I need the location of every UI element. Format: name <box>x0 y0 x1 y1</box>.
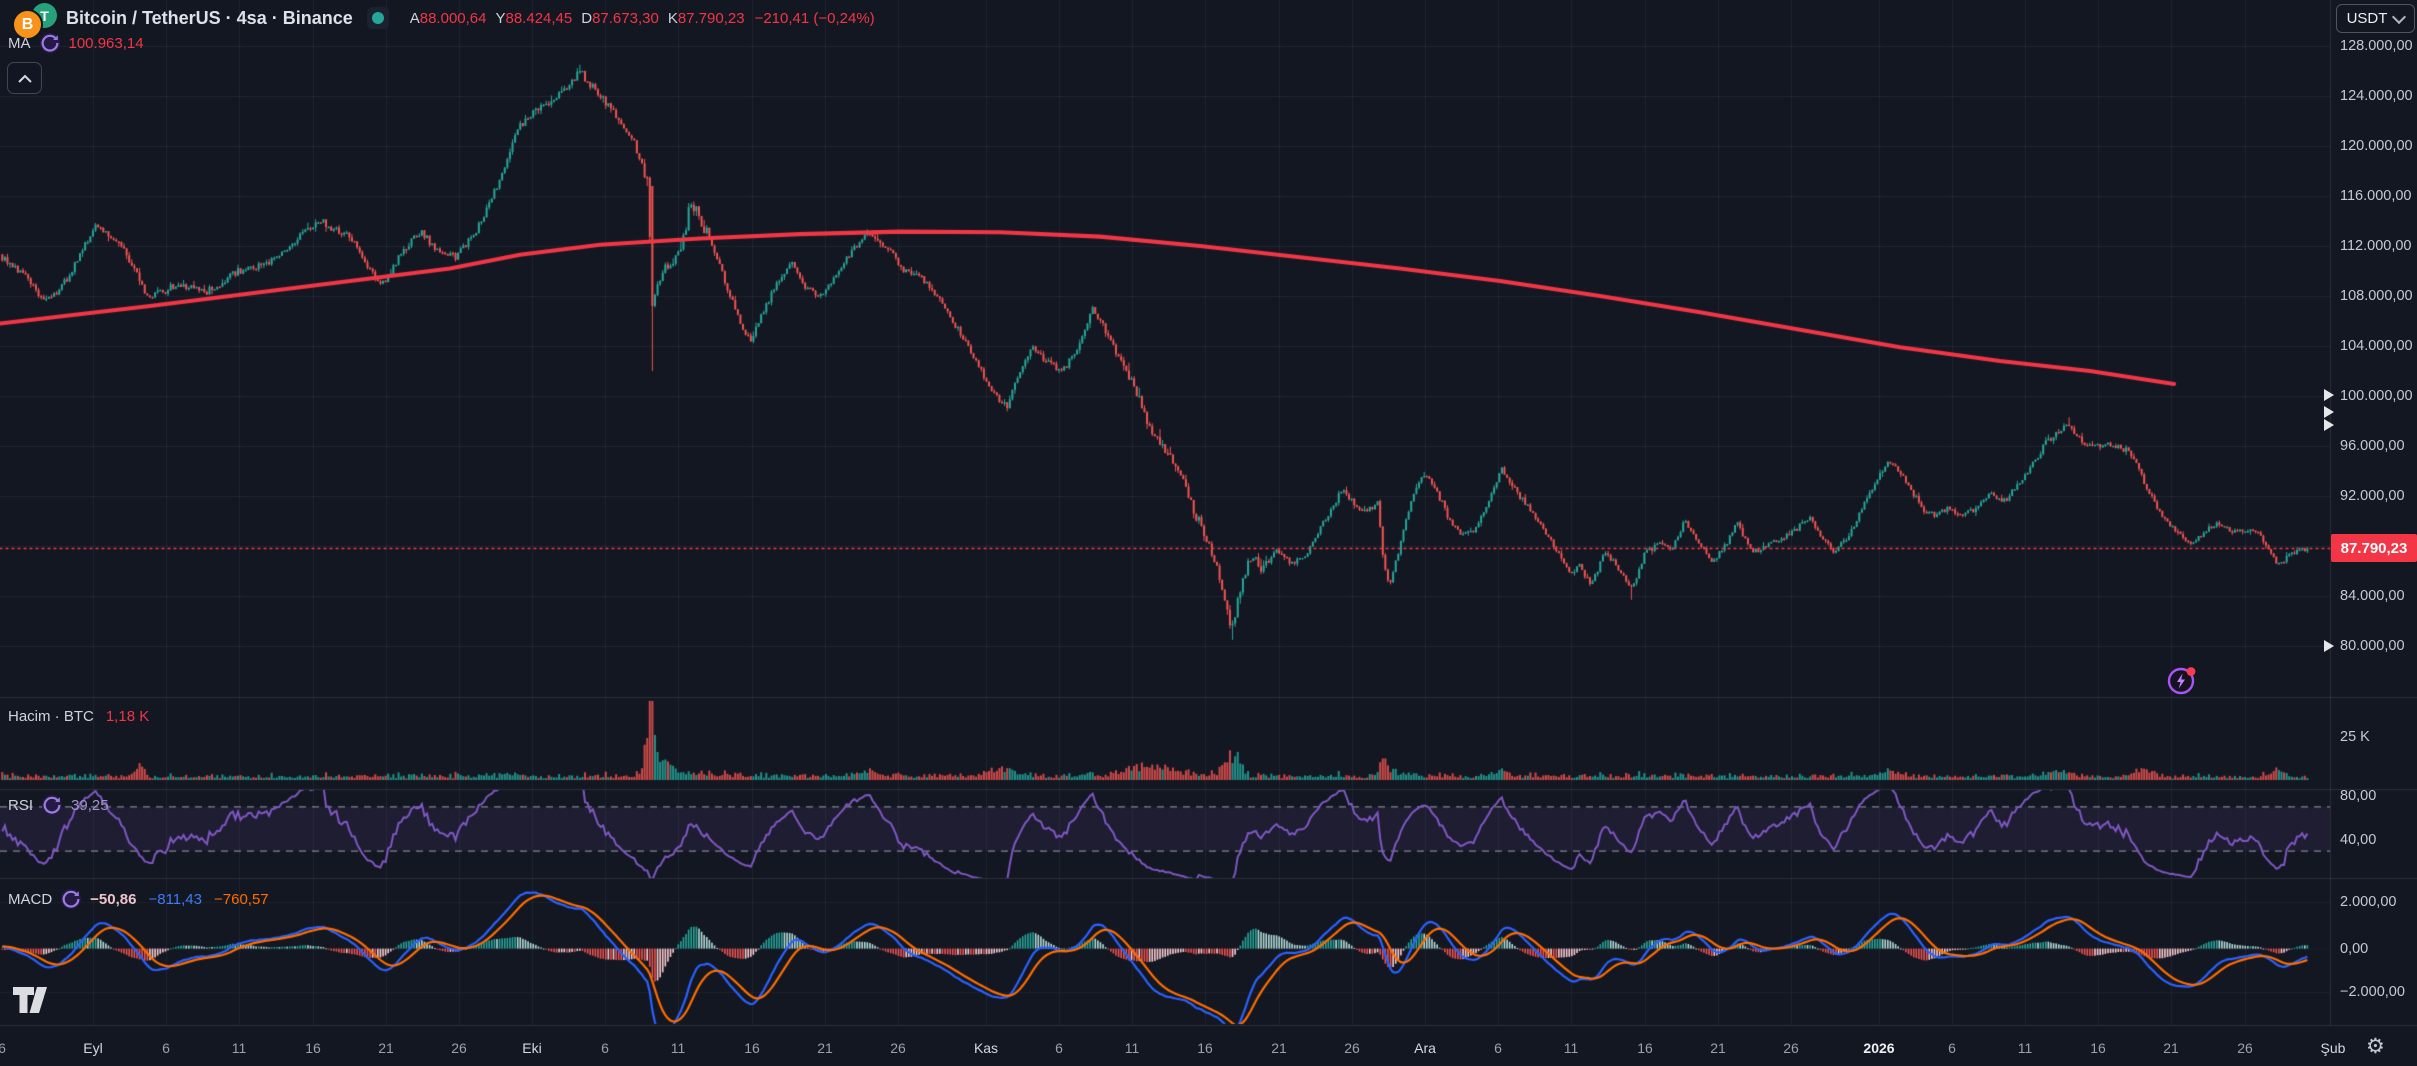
ohlc-value: 87.790,23 <box>677 9 745 27</box>
rsi-legend-row[interactable]: RSI 39,25 <box>8 794 109 816</box>
time-axis-label: 11 <box>1124 1040 1140 1056</box>
chevron-down-icon <box>2392 9 2407 24</box>
indicator-sync-icon <box>61 888 82 910</box>
time-axis-label: 6 <box>1055 1040 1063 1056</box>
price-change: −210,41 (−0,24%) <box>754 9 875 27</box>
time-axis-label: Eki <box>522 1040 542 1056</box>
collapse-legend-button[interactable] <box>7 62 42 94</box>
time-axis-label: 11 <box>670 1040 686 1056</box>
price-axis-label: 25 K <box>2340 729 2370 745</box>
last-price-tag: 87.790,23 <box>2331 534 2417 562</box>
time-axis-label: 16 <box>305 1040 321 1056</box>
macd-label: MACD <box>8 890 53 908</box>
symbol-legend-row: T B Bitcoin / TetherUS · 4sa · Binance A… <box>8 3 875 40</box>
time-axis-label: 6 <box>601 1040 609 1056</box>
price-axis-label: 40,00 <box>2340 832 2377 848</box>
time-axis-label: 6 <box>0 1040 6 1056</box>
time-axis-label: 11 <box>1563 1040 1579 1056</box>
time-axis-label: 16 <box>1197 1040 1213 1056</box>
ohlc-letter: D <box>581 9 593 27</box>
chart-canvas[interactable] <box>0 0 2417 1066</box>
time-axis-label: Şub <box>2320 1040 2346 1056</box>
ohlc-letter: A <box>409 9 420 27</box>
price-axis-label: 84.000,00 <box>2340 588 2405 604</box>
price-axis-label: 108.000,00 <box>2340 288 2413 304</box>
price-axis-label: 104.000,00 <box>2340 338 2413 354</box>
time-axis-label: 6 <box>1948 1040 1956 1056</box>
price-axis-label: 0,00 <box>2340 941 2369 957</box>
time-axis-label: 21 <box>1710 1040 1726 1056</box>
axis-marker-icon[interactable] <box>2324 406 2334 418</box>
ohlc-letter: K <box>667 9 678 27</box>
time-axis-label: 16 <box>744 1040 760 1056</box>
time-axis-label: 6 <box>1494 1040 1502 1056</box>
ohlc-letter: Y <box>495 9 506 27</box>
price-axis-label: 100.000,00 <box>2340 388 2413 404</box>
currency-label: USDT <box>2346 10 2388 27</box>
macd-legend-row[interactable]: MACD −50,86 −811,43 −760,57 <box>8 888 269 910</box>
macd-line-value: −811,43 <box>148 890 202 908</box>
chevron-up-icon <box>17 74 32 83</box>
price-axis-label: 124.000,00 <box>2340 88 2413 104</box>
time-axis-label: 2026 <box>1863 1040 1895 1056</box>
volume-value: 1,18 K <box>105 708 150 725</box>
market-status-icon <box>366 7 389 29</box>
price-axis-label: 80.000,00 <box>2340 638 2405 654</box>
time-axis-label: Ara <box>1414 1040 1436 1056</box>
time-axis-label: 26 <box>1783 1040 1799 1056</box>
time-axis-label: 11 <box>231 1040 247 1056</box>
price-axis-label: 80,00 <box>2340 788 2377 804</box>
pair-logo: T B <box>8 3 58 40</box>
ohlc-value: 87.673,30 <box>592 9 659 27</box>
time-axis-label: Kas <box>973 1040 999 1056</box>
time-axis-label: 21 <box>817 1040 833 1056</box>
price-axis-label: 112.000,00 <box>2340 238 2412 254</box>
time-axis-label: 16 <box>1637 1040 1653 1056</box>
axis-marker-icon[interactable] <box>2324 640 2334 652</box>
macd-signal-value: −760,57 <box>214 890 269 908</box>
time-axis-label: 26 <box>890 1040 906 1056</box>
time-axis-label: 11 <box>2017 1040 2033 1056</box>
realtime-lightning-button[interactable] <box>2166 666 2196 696</box>
ma-value: 100.963,14 <box>68 34 144 52</box>
rsi-label: RSI <box>8 796 34 814</box>
price-axis-label: 116.000,00 <box>2340 188 2412 204</box>
time-axis-label: 16 <box>2090 1040 2106 1056</box>
time-axis-label: 21 <box>378 1040 394 1056</box>
ohlc-value: 88.424,45 <box>505 9 573 27</box>
indicator-sync-icon <box>39 32 60 54</box>
ohlc-values: A 88.000,64 Y 88.424,45 D 87.673,30 K 87.790,23 <box>401 10 745 27</box>
tradingview-watermark-logo <box>13 987 47 1013</box>
time-axis-label: Eyl <box>83 1040 103 1056</box>
volume-legend-row[interactable]: Hacim · BTC 1,18 K <box>8 708 149 725</box>
time-axis-label: 21 <box>2163 1040 2179 1056</box>
symbol-title[interactable]: Bitcoin / TetherUS · 4sa · Binance <box>66 8 353 29</box>
ma-indicator-row[interactable]: MA 100.963,14 <box>8 32 144 54</box>
time-axis-settings-gear-icon[interactable]: ⚙ <box>2366 1034 2385 1058</box>
ohlc-value: 88.000,64 <box>419 9 487 27</box>
axis-marker-icon[interactable] <box>2324 389 2334 401</box>
ma-label: MA <box>8 34 31 52</box>
macd-hist-value: −50,86 <box>90 890 137 908</box>
axis-marker-icon[interactable] <box>2324 419 2334 431</box>
time-axis-label: 26 <box>1344 1040 1360 1056</box>
price-axis-label: 2.000,00 <box>2340 894 2397 910</box>
price-axis-label: 96.000,00 <box>2340 438 2405 454</box>
indicator-sync-icon <box>41 794 63 816</box>
price-axis-label: −2.000,00 <box>2340 984 2405 1000</box>
rsi-value: 39,25 <box>71 796 109 814</box>
time-axis-label: 6 <box>162 1040 170 1056</box>
price-axis-label: 128.000,00 <box>2340 38 2413 54</box>
currency-selector-button[interactable]: USDT <box>2336 4 2415 33</box>
time-axis-label: 21 <box>1271 1040 1287 1056</box>
time-axis-label: 26 <box>2237 1040 2253 1056</box>
volume-label: Hacim · BTC <box>8 708 94 725</box>
time-axis-label: 26 <box>451 1040 467 1056</box>
tradingview-chart-window: T B Bitcoin / TetherUS · 4sa · Binance A… <box>0 0 2417 1066</box>
price-axis-label: 120.000,00 <box>2340 138 2413 154</box>
price-axis-label: 92.000,00 <box>2340 488 2405 504</box>
